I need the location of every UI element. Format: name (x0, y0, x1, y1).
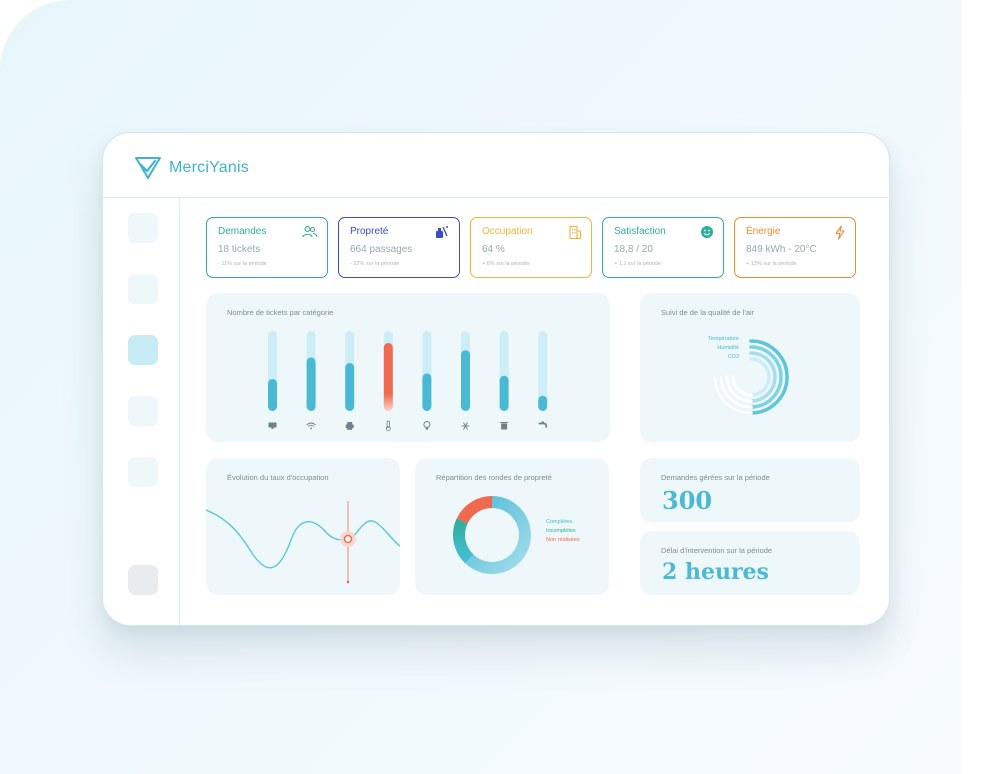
kpi-card-occupation[interactable]: Occupation 64 % + 6% sur la période (470, 217, 592, 278)
sidebar-item-5[interactable] (128, 457, 158, 487)
occupation-line (206, 509, 400, 569)
header: MerciYanis (103, 133, 889, 198)
legend-incompletes: Incomplètes (546, 528, 576, 534)
kpi-value: 64 % (482, 244, 505, 255)
rondes-card: Répartition des rondes de propreté Compl… (415, 458, 609, 595)
bar-snowflake[interactable] (461, 350, 470, 411)
rondes-donut-chart (453, 496, 531, 574)
kpi-card-energie[interactable]: Énergie 849 kWh - 20°C + 13% sur la péri… (734, 217, 856, 278)
highlight-point (343, 534, 353, 544)
sidebar-item-1[interactable] (128, 213, 158, 243)
delai-card-title: Délai d'intervention sur la période (661, 546, 773, 555)
bar-thermometer[interactable] (383, 343, 393, 411)
legend-completes: Complètes (546, 519, 573, 525)
bar-wifi[interactable] (306, 357, 316, 411)
bar-bulb[interactable] (422, 373, 432, 411)
bar-monitor[interactable] (268, 379, 277, 411)
demandes-card-title: Demandes gérées sur la période (661, 473, 770, 482)
sidebar-item-settings[interactable] (128, 565, 158, 595)
logo[interactable]: MerciYanis (133, 155, 249, 181)
legend-non-realisees: Non réalisées (546, 537, 580, 543)
printer-icon (345, 422, 354, 430)
kpi-title: Satisfaction (614, 226, 666, 237)
logo-icon (135, 157, 161, 179)
sidebar (103, 197, 180, 625)
occupation-card: Évolution du taux d'occupation (206, 458, 400, 595)
bar-trash[interactable] (499, 375, 509, 411)
kpi-sub: + 6% sur la période (482, 261, 530, 267)
kpi-card-demandes[interactable]: Demandes 18 tickets - 11% sur la période (206, 217, 328, 278)
bulb-icon (423, 421, 431, 430)
users-icon (302, 225, 318, 244)
kpi-sub: + 13% sur la période (746, 261, 797, 267)
kpi-title: Occupation (482, 226, 533, 237)
kpi-title: Énergie (746, 226, 781, 237)
air-quality-card: Suivi de de la qualité de l'air Températ… (640, 293, 860, 442)
kpi-card-satisfaction[interactable]: Satisfaction 18,8 / 20 + 1,1 sur la péri… (602, 217, 724, 278)
monitor-icon (268, 422, 277, 429)
lightning-icon (834, 225, 846, 245)
air-quality-radial-chart (713, 339, 789, 415)
kpi-value: 18 tickets (218, 244, 261, 255)
delai-card: Délai d'intervention sur la période 2 he… (640, 531, 860, 595)
kpi-sub: - 22% sur la période (350, 261, 400, 267)
cleaning-icon (434, 225, 450, 244)
wifi-icon (306, 422, 316, 430)
kpi-card-proprete[interactable]: Propreté 664 passages - 22% sur la pério… (338, 217, 460, 278)
kpi-sub: - 11% sur la période (218, 261, 267, 267)
thermometer-icon (385, 420, 391, 431)
kpi-value: 664 passages (350, 244, 413, 255)
faucet-icon (538, 421, 548, 428)
trash-icon (500, 422, 508, 430)
sidebar-item-2[interactable] (128, 274, 158, 304)
dashboard-window: MerciYanis Demandes 18 tickets - 11% sur… (102, 132, 890, 626)
bar-faucet[interactable] (538, 395, 548, 411)
tickets-bar-chart (268, 331, 548, 431)
bar-printer[interactable] (345, 363, 355, 411)
kpi-sub: + 1,1 sur la période (614, 261, 662, 267)
sidebar-item-3[interactable] (128, 335, 158, 365)
donut-slice-3[interactable] (456, 496, 492, 524)
kpi-value: 849 kWh - 20°C (746, 244, 817, 255)
occupation-line-chart (206, 501, 400, 584)
kpi-value: 18,8 / 20 (614, 244, 653, 255)
demandes-value: 300 (662, 486, 713, 515)
donut-slice-2[interactable] (453, 518, 474, 564)
cursor-base (346, 580, 350, 584)
delai-value: 2 heures (662, 559, 769, 585)
tickets-card: Nombre de tickets par catégorie (206, 293, 610, 442)
smiley-icon (700, 225, 714, 244)
app-name: MerciYanis (169, 159, 249, 176)
building-icon (568, 225, 582, 245)
demandes-card: Demandes gérées sur la période 300 (640, 458, 860, 522)
snowflake-icon (461, 422, 470, 430)
sidebar-item-4[interactable] (128, 396, 158, 426)
